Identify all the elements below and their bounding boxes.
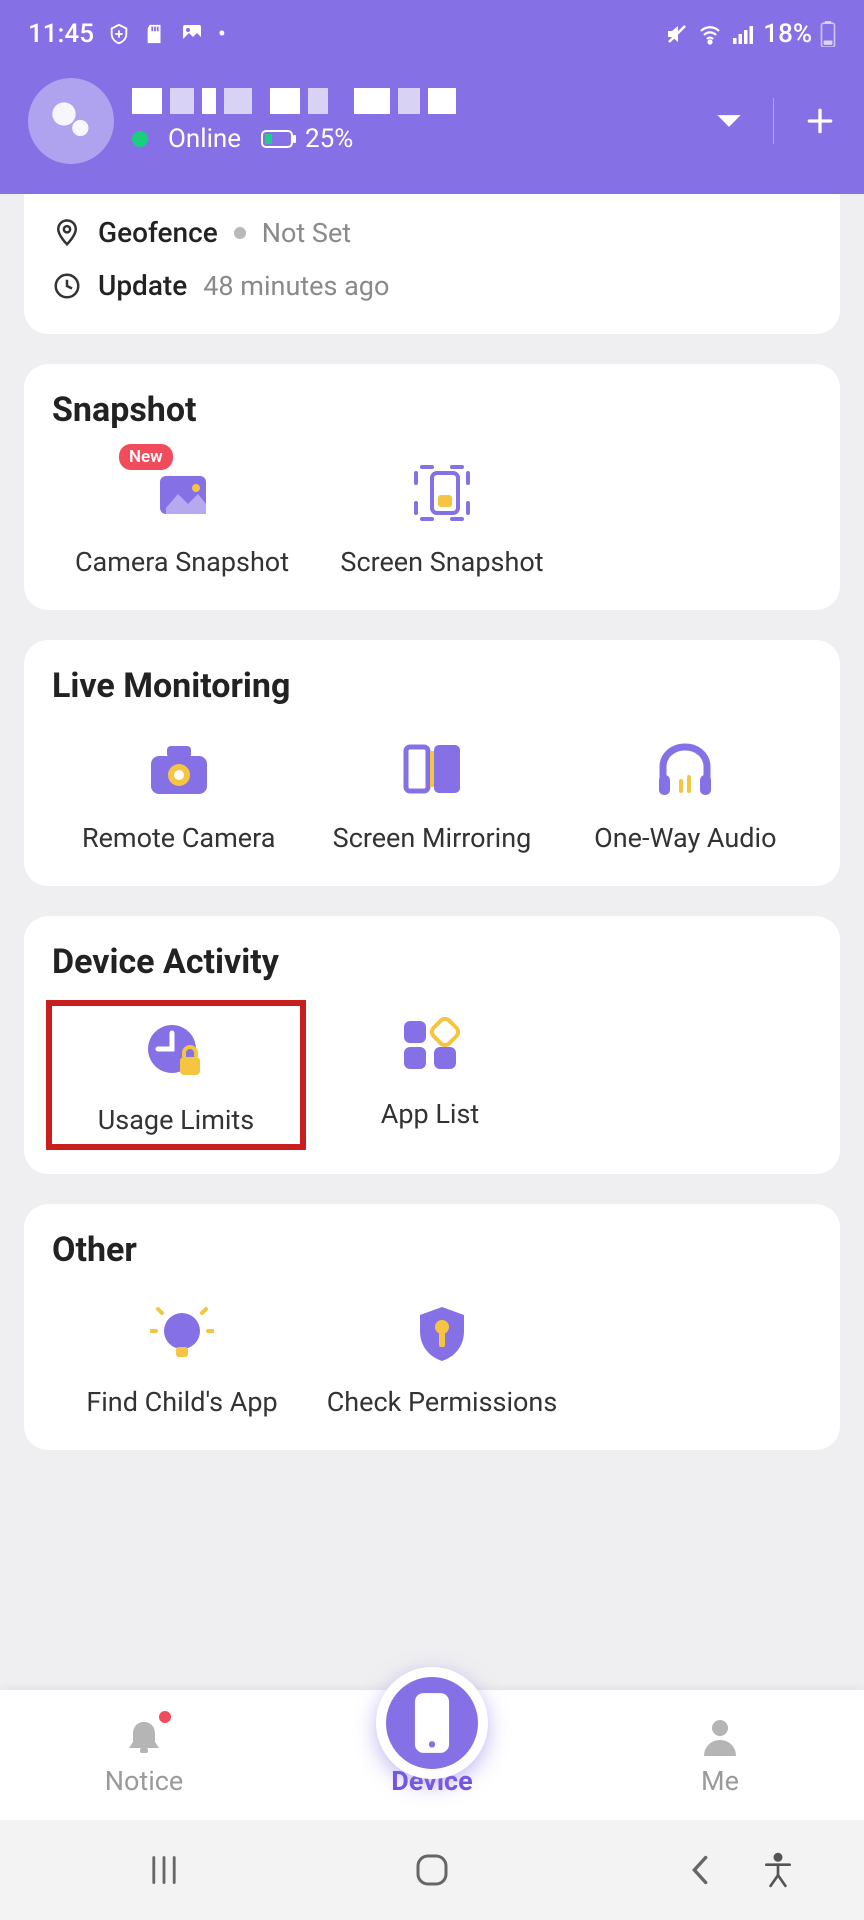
device-activity-card: Device Activity Usage Limits bbox=[24, 916, 840, 1174]
app-list-icon bbox=[400, 1017, 460, 1073]
geofence-value: Not Set bbox=[262, 217, 351, 249]
avatar[interactable] bbox=[28, 78, 114, 164]
phone-icon bbox=[410, 1691, 454, 1755]
divider bbox=[773, 98, 774, 144]
profile-dropdown[interactable] bbox=[715, 112, 743, 130]
tab-notice[interactable]: Notice bbox=[0, 1713, 288, 1797]
home-button[interactable] bbox=[372, 1852, 492, 1888]
activity-title: Device Activity bbox=[52, 942, 812, 982]
image-icon bbox=[180, 22, 204, 46]
update-row[interactable]: Update 48 minutes ago bbox=[52, 259, 812, 312]
add-button[interactable] bbox=[804, 105, 836, 137]
live-title: Live Monitoring bbox=[52, 666, 812, 706]
usage-limits-label: Usage Limits bbox=[98, 1104, 254, 1136]
status-battery-pct: 18% bbox=[763, 19, 812, 49]
screen-snapshot-label: Screen Snapshot bbox=[340, 546, 543, 578]
mute-icon bbox=[665, 22, 689, 46]
profile-battery: 25% bbox=[305, 124, 353, 154]
check-permissions-item[interactable]: Check Permissions bbox=[312, 1298, 572, 1418]
device-fab[interactable] bbox=[376, 1667, 488, 1779]
camera-snapshot-label: Camera Snapshot bbox=[75, 546, 289, 578]
update-value: 48 minutes ago bbox=[203, 270, 389, 302]
battery-icon bbox=[820, 21, 836, 47]
shield-key-icon bbox=[414, 1303, 470, 1363]
bottom-tabbar: Notice Device Me bbox=[0, 1690, 864, 1820]
notification-dot bbox=[159, 1711, 171, 1723]
screen-snapshot-item[interactable]: Screen Snapshot bbox=[312, 458, 572, 578]
screen-mirroring-icon bbox=[400, 741, 464, 797]
find-child-label: Find Child's App bbox=[86, 1386, 277, 1418]
tab-me[interactable]: Me bbox=[576, 1713, 864, 1797]
shield-icon bbox=[108, 22, 130, 46]
bell-icon bbox=[123, 1716, 165, 1758]
tab-me-label: Me bbox=[701, 1765, 739, 1797]
recents-button[interactable] bbox=[104, 1853, 224, 1887]
battery-mini-icon bbox=[261, 128, 297, 150]
online-label: Online bbox=[168, 124, 241, 154]
geofence-status-dot bbox=[234, 227, 246, 239]
geofence-label: Geofence bbox=[98, 216, 218, 249]
one-way-audio-label: One-Way Audio bbox=[594, 822, 776, 854]
status-bar: 11:45 • 18% bbox=[0, 0, 864, 60]
usage-limits-item[interactable]: Usage Limits bbox=[46, 1000, 306, 1150]
one-way-audio-item[interactable]: One-Way Audio bbox=[559, 734, 812, 854]
screen-mirroring-label: Screen Mirroring bbox=[333, 822, 532, 854]
check-perms-label: Check Permissions bbox=[327, 1386, 558, 1418]
info-card: Geofence Not Set Update 48 minutes ago bbox=[24, 194, 840, 334]
screen-snapshot-icon bbox=[412, 463, 472, 523]
camera-snapshot-item[interactable]: New Camera Snapshot bbox=[52, 458, 312, 578]
other-card: Other Find Child's App bbox=[24, 1204, 840, 1450]
headphones-icon bbox=[653, 741, 717, 797]
tab-notice-label: Notice bbox=[105, 1765, 184, 1797]
online-indicator bbox=[132, 131, 148, 147]
update-label: Update bbox=[98, 269, 187, 302]
location-icon bbox=[52, 218, 82, 248]
screen-mirroring-item[interactable]: Screen Mirroring bbox=[305, 734, 558, 854]
app-list-label: App List bbox=[381, 1098, 480, 1130]
android-navbar bbox=[0, 1820, 864, 1920]
new-badge: New bbox=[119, 444, 173, 470]
app-list-item[interactable]: App List bbox=[300, 1010, 560, 1142]
signal-icon bbox=[731, 22, 755, 46]
other-title: Other bbox=[52, 1230, 812, 1270]
clock-icon bbox=[52, 271, 82, 301]
wifi-icon bbox=[697, 22, 723, 46]
lightbulb-icon bbox=[150, 1303, 214, 1363]
usage-limits-icon bbox=[144, 1021, 208, 1081]
remote-camera-item[interactable]: Remote Camera bbox=[52, 734, 305, 854]
snapshot-card: Snapshot New Camera Snapshot bbox=[24, 364, 840, 610]
snapshot-title: Snapshot bbox=[52, 390, 812, 430]
profile-name-redacted bbox=[132, 88, 697, 114]
sd-card-icon bbox=[144, 22, 166, 46]
camera-snapshot-icon bbox=[152, 468, 212, 518]
status-time: 11:45 bbox=[28, 19, 94, 49]
remote-camera-icon bbox=[147, 742, 211, 796]
person-icon bbox=[700, 1716, 740, 1758]
more-icon: • bbox=[218, 22, 226, 47]
geofence-row[interactable]: Geofence Not Set bbox=[52, 206, 812, 259]
remote-camera-label: Remote Camera bbox=[82, 822, 275, 854]
accessibility-button[interactable] bbox=[718, 1852, 838, 1888]
find-child-app-item[interactable]: Find Child's App bbox=[52, 1298, 312, 1418]
tab-device[interactable]: Device bbox=[288, 1713, 576, 1797]
live-monitoring-card: Live Monitoring Remote Camera bbox=[24, 640, 840, 886]
